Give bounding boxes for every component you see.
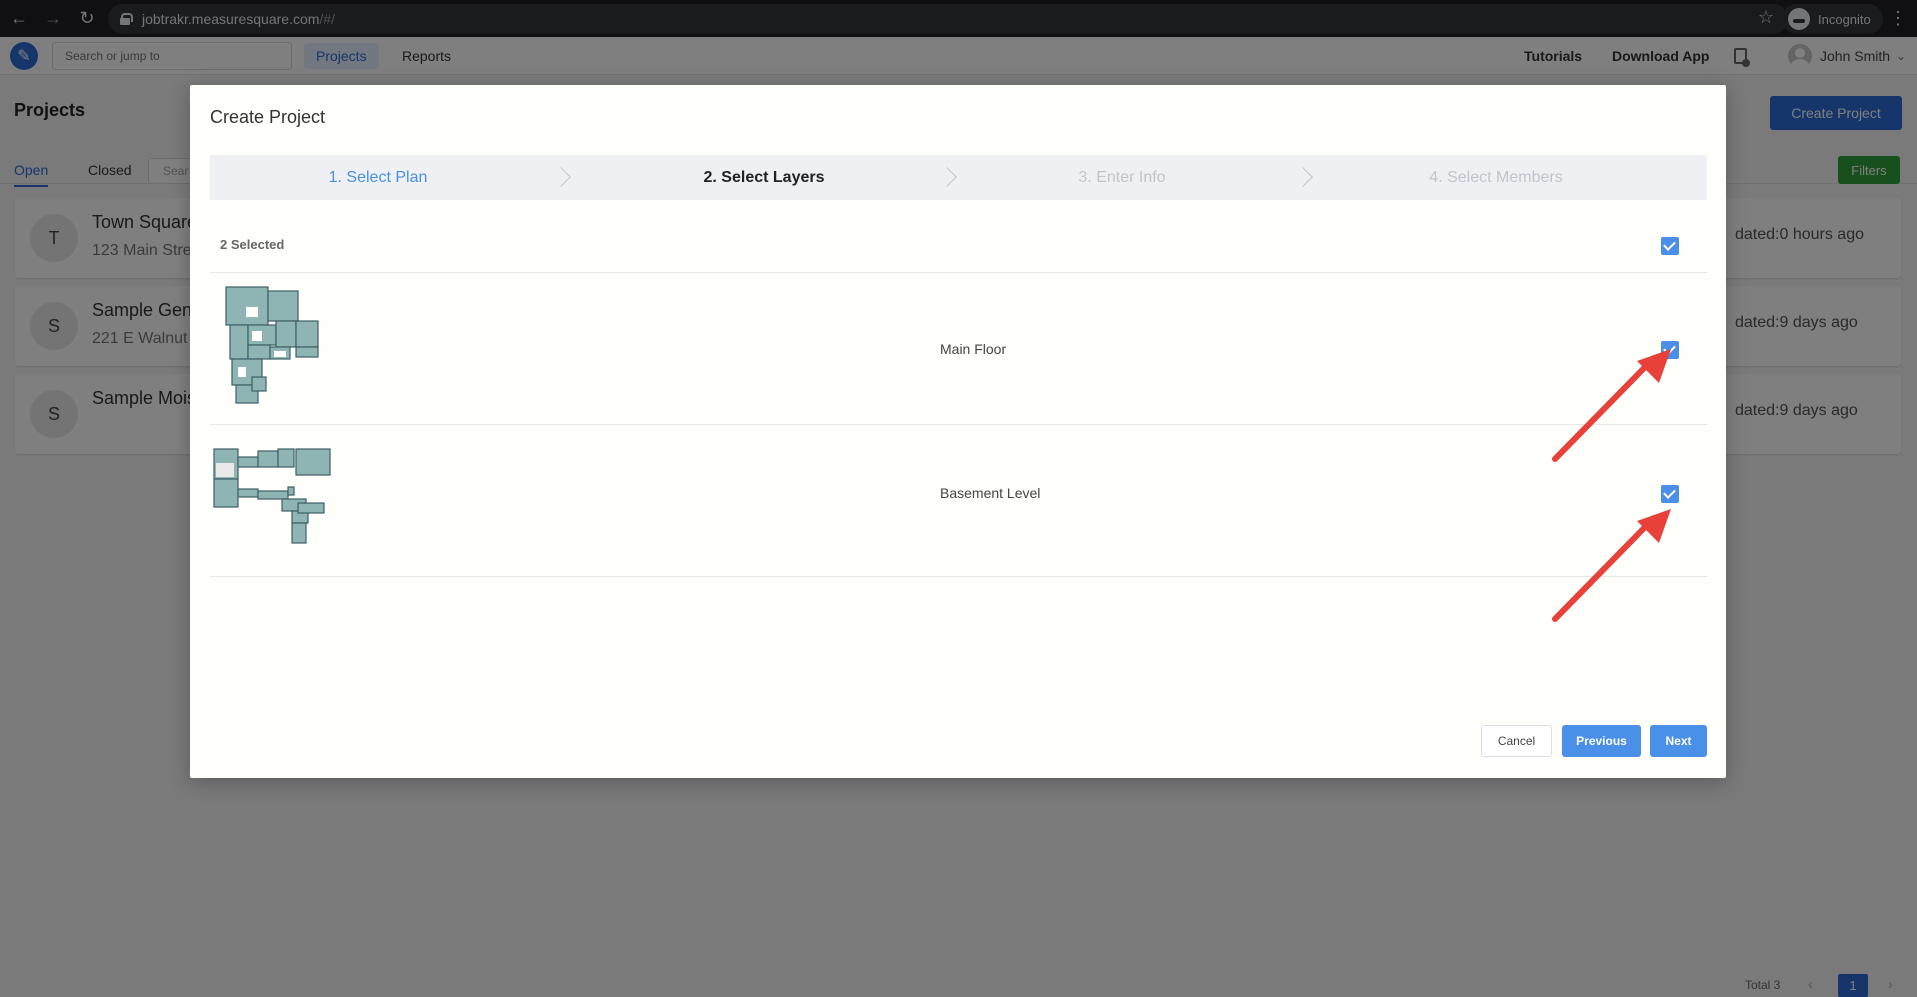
layer-checkbox[interactable] — [1661, 485, 1679, 503]
floor-plan-thumbnail — [225, 286, 319, 404]
select-all-checkbox[interactable] — [1661, 237, 1679, 255]
annotation-arrow — [1552, 349, 1671, 462]
chevron-right-icon — [1293, 167, 1313, 187]
layer-name: Main Floor — [940, 341, 1007, 357]
step-indicator: 1. Select Plan 2. Select Layers 3. Enter… — [210, 155, 1707, 200]
previous-button[interactable]: Previous — [1562, 725, 1641, 757]
dialog-title: Create Project — [210, 107, 326, 127]
step-enter-info: 3. Enter Info — [1078, 169, 1166, 186]
layer-name: Basement Level — [940, 485, 1041, 501]
annotation-arrow — [1552, 509, 1671, 622]
step-select-plan[interactable]: 1. Select Plan — [329, 155, 428, 200]
step-select-members: 4. Select Members — [1429, 169, 1563, 186]
selection-header: 2 Selected — [210, 217, 1707, 273]
chevron-right-icon — [937, 167, 957, 187]
step-select-layers: 2. Select Layers — [703, 169, 825, 186]
create-project-dialog: Create Project 1. Select Plan 2. Select … — [190, 85, 1726, 778]
cancel-button[interactable]: Cancel — [1481, 725, 1552, 757]
selected-count: 2 Selected — [220, 237, 285, 252]
layer-row-basement-level[interactable]: Basement Level — [210, 425, 1707, 577]
layer-row-main-floor[interactable]: Main Floor — [210, 273, 1707, 425]
floor-plan-thumbnail — [213, 448, 331, 544]
chevron-right-icon — [551, 167, 571, 187]
next-button[interactable]: Next — [1650, 725, 1707, 757]
